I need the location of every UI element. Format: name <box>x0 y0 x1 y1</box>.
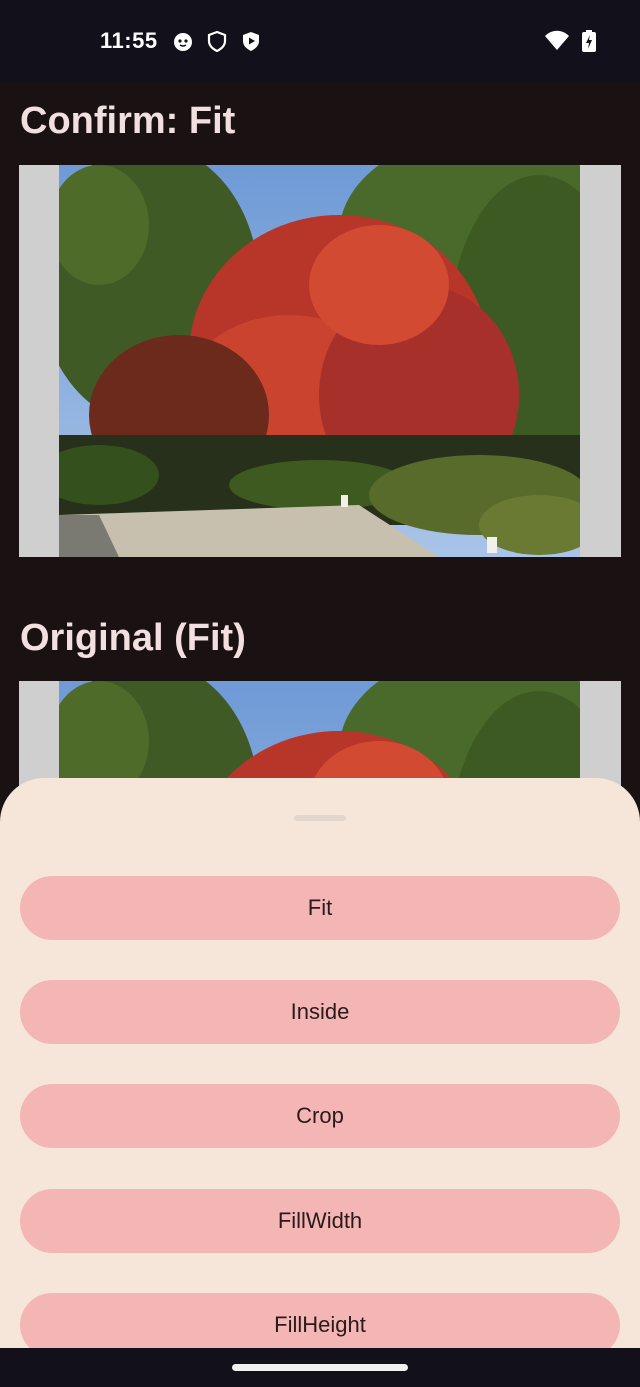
crop-button[interactable]: Crop <box>20 1084 620 1148</box>
section-title-confirm: Confirm: Fit <box>20 100 236 142</box>
home-indicator[interactable] <box>232 1364 408 1371</box>
status-time: 11:55 <box>100 28 158 53</box>
section-title-original: Original (Fit) <box>20 617 246 659</box>
fit-button[interactable]: Fit <box>20 876 620 940</box>
inside-button[interactable]: Inside <box>20 980 620 1044</box>
screen: 11:55 Confirm: Fit Original (Fit) Fit In… <box>0 0 640 1387</box>
drag-handle[interactable] <box>294 815 346 821</box>
status-notification-icons <box>172 30 262 52</box>
battery-charging-icon <box>582 30 596 52</box>
cat-face-icon <box>174 33 192 51</box>
navigation-bar <box>0 1348 640 1387</box>
status-bar: 11:55 <box>0 0 640 82</box>
autumn-garden-photo <box>59 165 580 557</box>
shield-icon <box>207 30 227 52</box>
play-shield-icon <box>243 32 259 51</box>
image-preview-confirm <box>19 165 621 557</box>
status-system-icons <box>544 30 596 52</box>
scale-options-bottom-sheet: Fit Inside Crop FillWidth FillHeight <box>0 778 640 1387</box>
fill-width-button[interactable]: FillWidth <box>20 1189 620 1253</box>
wifi-icon <box>545 30 569 50</box>
